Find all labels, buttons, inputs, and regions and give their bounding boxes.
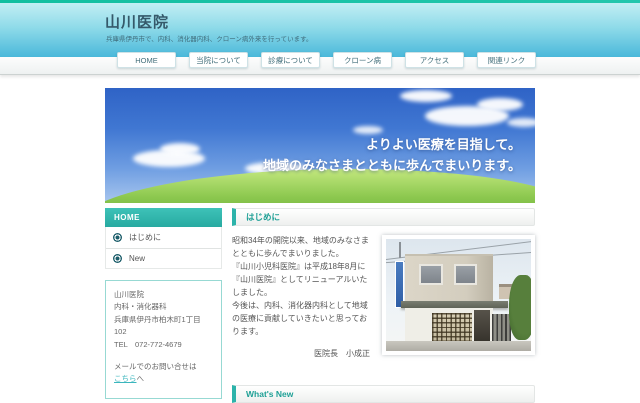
intro-paragraph-1: 昭和34年の開院以来、地域のみなさまとともに歩んでまいりました。 [232,236,369,258]
cloud-shape [400,90,452,102]
clinic-tel: TEL 072-772-4679 [114,339,182,349]
hero-catchphrase: よりよい医療を目指して。 地域のみなさまとともに歩んでまいります。 [263,134,521,177]
utility-pole [399,242,402,259]
hero-line-2: 地域のみなさまとともに歩んでまいります。 [262,158,521,174]
sidebar: HOME はじめに New 山川医院 内科・消化器科 兵庫県伊丹市柏木町1丁目1… [105,208,222,399]
cloud-shape [160,143,200,155]
clinic-departments: 内科・消化器科 [114,302,167,312]
building-window [454,263,478,285]
mail-inquiry-text: メールでのお問い合せは [114,361,197,371]
clinic-address: 兵庫県伊丹市柏木町1丁目102 [114,314,201,337]
cloud-shape [353,126,383,134]
mail-inquiry-line: こちらへ [114,373,213,385]
main-content: はじめに 昭和34年の開院以来、地域のみなさまとともに歩んでまいりました。 『山… [232,208,535,361]
tab-links[interactable]: 関連リンク [477,52,536,68]
sidebar-menu: はじめに New [105,227,222,269]
tab-crohn[interactable]: クローン病 [333,52,392,68]
building-window [419,263,443,285]
bullet-icon [113,233,122,242]
building-upper-floor [404,253,494,302]
cloud-shape [507,118,535,127]
whats-new-section: What's New [232,385,535,403]
sidebar-item-label: はじめに [129,233,161,242]
sidebar-item-new[interactable]: New [106,249,221,268]
tab-home[interactable]: HOME [117,52,176,68]
site-header: 山川医院 兵庫県伊丹市で、内科、消化器内科、クローン病外来を行っています。 [0,3,640,57]
building-awning [400,300,508,309]
clinic-name: 山川医院 [114,290,144,299]
section-heading-whats-new: What's New [232,385,535,403]
tab-about[interactable]: 当院について [189,52,248,68]
main-nav: HOME 当院について 診療について クローン病 アクセス 関連リンク [117,52,536,68]
hero-banner: よりよい医療を目指して。 地域のみなさまとともに歩んでまいります。 [105,88,535,203]
greenery [509,274,531,340]
hero-line-1: よりよい医療を目指して。 [366,137,521,152]
lattice-wall [432,312,472,343]
director-signature: 医院長 小成正 [314,348,370,358]
sidebar-item-label: New [129,254,146,263]
street-ground [386,340,531,351]
mail-inquiry-suffix: へ [136,374,145,384]
site-subtitle: 兵庫県伊丹市で、内科、消化器内科、クローン病外来を行っています。 [106,36,313,43]
intro-section-body: 昭和34年の開院以来、地域のみなさまとともに歩んでまいりました。 『山川小児科医… [232,235,535,361]
sidebar-item-hajimeni[interactable]: はじめに [106,227,221,249]
section-heading-intro: はじめに [232,208,535,226]
cloud-shape [477,98,523,111]
site-title: 山川医院 [105,14,170,31]
clinic-building-photo-content [386,239,531,351]
intro-text: 昭和34年の開院以来、地域のみなさまとともに歩んでまいりました。 『山川小児科医… [232,235,374,361]
page: { "header": { "title": "山川医院", "subtitle… [0,0,640,403]
intro-paragraph-2: 『山川小児科医院』は平成18年8月に『山川医院』としてリニューアルいたしました。 [232,261,368,297]
bullet-icon [113,254,122,263]
entrance-gate [491,314,511,341]
tab-access[interactable]: アクセス [405,52,464,68]
clinic-building-photo [382,235,535,355]
intro-paragraph-3: 今後は、内科、消化器内科として地域の医療に貢献していきたいと思っております。 [232,300,368,336]
clinic-info-box: 山川医院 内科・消化器科 兵庫県伊丹市柏木町1丁目102 TEL 072-772… [105,280,222,399]
tab-treatment[interactable]: 診療について [261,52,320,68]
entrance-door [474,309,491,341]
sidebar-menu-title: HOME [105,208,222,227]
mail-inquiry-link[interactable]: こちら [114,374,137,383]
